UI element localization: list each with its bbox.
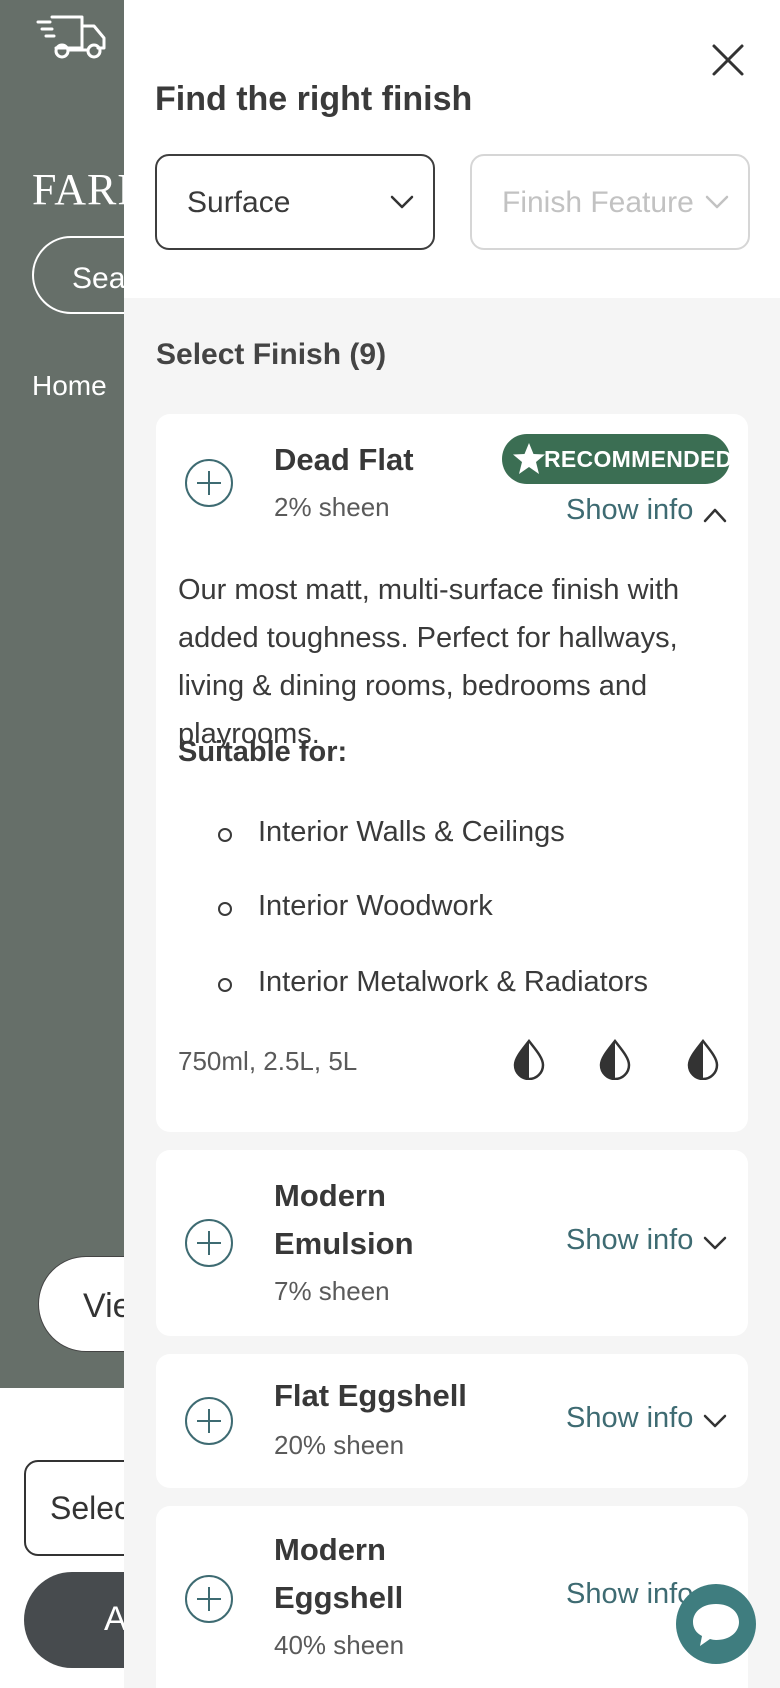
recommended-badge: RECOMMENDED (502, 434, 733, 484)
chevron-down-icon[interactable] (702, 1412, 728, 1430)
close-icon[interactable] (702, 34, 754, 86)
show-info-link[interactable]: Show info (566, 1224, 693, 1257)
plus-circle-icon[interactable] (184, 458, 234, 508)
chat-button[interactable] (676, 1584, 756, 1664)
finish-name: Modern Eggshell (274, 1526, 403, 1622)
plus-circle-icon[interactable] (184, 1574, 234, 1624)
finish-card-dead-flat[interactable]: Dead Flat 2% sheen RECOMMENDED Show info… (156, 414, 748, 1132)
chevron-down-icon (389, 192, 415, 212)
finish-sheen: 7% sheen (274, 1276, 390, 1306)
finish-name: Modern Emulsion (274, 1172, 414, 1268)
suitable-item: Interior Woodwork (258, 890, 493, 922)
finish-name: Dead Flat (274, 442, 414, 477)
show-info-link[interactable]: Show info (566, 1578, 693, 1611)
star-icon (513, 443, 545, 474)
finish-card-flat-eggshell[interactable]: Flat Eggshell 20% sheen Show info (156, 1354, 748, 1488)
finish-card-modern-eggshell[interactable]: Modern Eggshell 40% sheen Show info (156, 1506, 748, 1688)
surface-dropdown[interactable]: Surface (155, 154, 435, 250)
finish-name-line: Modern (274, 1532, 386, 1567)
select-finish-heading: Select Finish (9) (156, 338, 387, 371)
finish-sheen: 40% sheen (274, 1630, 405, 1660)
bullet-icon (218, 902, 232, 916)
plus-circle-icon[interactable] (184, 1396, 234, 1446)
finish-name-line: Emulsion (274, 1226, 414, 1261)
finish-name-line: Modern (274, 1178, 386, 1213)
chevron-down-icon (704, 192, 730, 212)
finish-card-modern-emulsion[interactable]: Modern Emulsion 7% sheen Show info (156, 1150, 748, 1336)
show-info-link[interactable]: Show info (566, 494, 693, 527)
finish-name: Flat Eggshell (274, 1378, 467, 1413)
badge-label: RECOMMENDED (544, 446, 733, 472)
plus-circle-icon[interactable] (184, 1218, 234, 1268)
chevron-up-icon[interactable] (702, 506, 728, 524)
suitable-item: Interior Metalwork & Radiators (258, 966, 649, 998)
finish-sheen: 20% sheen (274, 1430, 405, 1460)
surface-dropdown-label: Surface (187, 186, 291, 219)
finish-drawer: Find the right finish Surface Finish Fea… (124, 0, 780, 1688)
truck-icon[interactable] (36, 14, 108, 60)
drawer-header: Find the right finish Surface Finish Fea… (124, 0, 780, 298)
chat-icon (693, 1604, 739, 1646)
drop-icon (687, 1038, 719, 1080)
bullet-icon (218, 828, 232, 842)
nav-home-link[interactable]: Home (32, 370, 107, 402)
drop-icon (513, 1038, 545, 1080)
finish-feature-dropdown-label: Finish Feature (502, 186, 694, 219)
suitable-for-heading: Suitable for: (178, 736, 348, 768)
show-info-link[interactable]: Show info (566, 1402, 693, 1435)
finish-feature-dropdown[interactable]: Finish Feature (470, 154, 750, 250)
chevron-down-icon[interactable] (702, 1234, 728, 1252)
drawer-title: Find the right finish (155, 80, 473, 118)
finish-sheen: 2% sheen (274, 492, 390, 522)
available-sizes: 750ml, 2.5L, 5L (178, 1046, 358, 1076)
drop-icon (599, 1038, 631, 1080)
finish-name-line: Eggshell (274, 1580, 404, 1615)
suitable-item: Interior Walls & Ceilings (258, 816, 565, 848)
bullet-icon (218, 978, 232, 992)
finish-description: Our most matt, multi-surface finish with… (178, 574, 680, 750)
